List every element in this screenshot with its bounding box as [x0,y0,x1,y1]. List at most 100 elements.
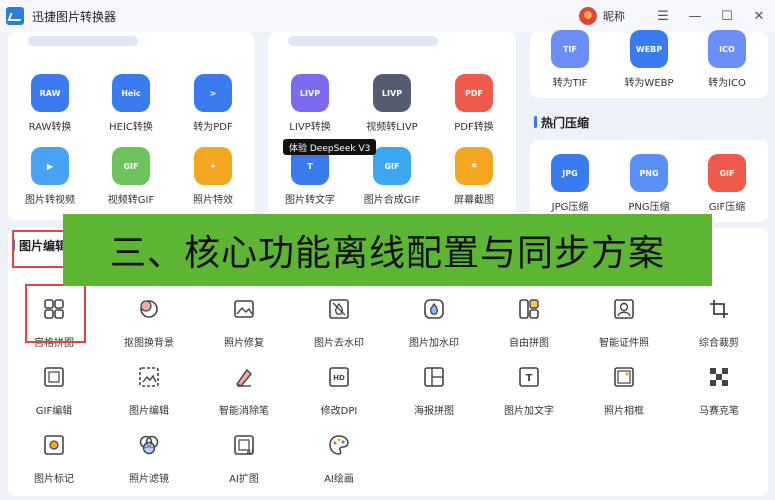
tool-label: 图片转文字 [285,195,335,206]
tool-image-to-video[interactable]: ▶ 图片转视频 [7,147,93,206]
tool-label: 照片滤镜 [129,474,169,485]
card-banner-decoration [288,36,438,46]
tool-photo-filter[interactable]: 照片滤镜 [106,426,192,485]
tool-to-tif[interactable]: TIF 转为TIF [527,30,613,89]
cutout-icon [130,290,168,328]
tool-label: 视频转GIF [107,195,155,206]
deepseek-badge[interactable]: 体验 DeepSeek V3 [283,139,377,155]
maximize-button[interactable]: ☐ [711,0,743,32]
tool-crop[interactable]: 综合裁剪 [676,290,762,349]
tool-label: 照片修复 [224,338,264,349]
ico-icon: ICO [708,30,746,68]
tool-label: RAW转换 [28,122,72,133]
tool-label: 智能消除笔 [219,406,269,417]
tool-label: 转为WEBP [624,78,674,89]
livp-video-icon: LIVP [373,74,411,112]
svg-text:HD: HD [333,374,345,382]
tool-remove-watermark[interactable]: 图片去水印 [296,290,382,349]
ai-expand-icon: AI [225,426,263,464]
tool-cutout-background[interactable]: 抠图换背景 [106,290,192,349]
tool-png-compress[interactable]: PNG PNG压缩 [606,154,692,213]
raw-icon: RAW [31,74,69,112]
frame-icon [605,358,643,396]
tool-label: 智能证件照 [599,338,649,349]
tool-mosaic-pen[interactable]: 马赛克笔 [676,358,762,417]
tool-screenshot[interactable]: ⌗ 屏幕截图 [431,147,517,206]
tool-photo-repair[interactable]: 照片修复 [201,290,287,349]
tool-label: 图片转视频 [25,195,75,206]
tool-photo-frame[interactable]: 照片相框 [581,358,667,417]
tool-compose-gif[interactable]: GIF 图片合成GIF [349,147,435,206]
tool-label: LIVP转换 [289,122,331,133]
grid-collage-highlight [25,284,86,343]
tool-label: 图片编辑 [129,406,169,417]
free-collage-icon [510,290,548,328]
heic-icon: Heic [112,74,150,112]
tool-label: HEIC转换 [109,122,153,133]
webp-icon: WEBP [630,30,668,68]
tool-image-edit[interactable]: 图片编辑 [106,358,192,417]
tool-to-webp[interactable]: WEBP 转为WEBP [606,30,692,89]
gif-compose-icon: GIF [373,147,411,185]
tool-jpg-compress[interactable]: JPG JPG压缩 [527,154,613,213]
crop-icon [700,290,738,328]
tif-icon: TIF [551,30,589,68]
user-avatar[interactable] [579,7,597,25]
tool-ai-expand[interactable]: AI AI扩图 [201,426,287,485]
title-bar: 迅捷图片转换器 昵称 ☰ — ☐ ✕ [0,0,775,32]
pdf-icon: PDF [455,74,493,112]
overlay-banner: 三、核心功能离线配置与同步方案 [63,214,712,286]
tool-add-watermark[interactable]: 图片加水印 [391,290,477,349]
tool-label: 图片标记 [34,474,74,485]
tool-video-to-livp[interactable]: LIVP 视频转LIVP [349,74,435,133]
add-watermark-icon [415,290,453,328]
tool-pdf-convert[interactable]: PDF PDF转换 [431,74,517,133]
minimize-button[interactable]: — [679,0,711,32]
svg-text:AI: AI [247,449,254,456]
tool-label: 照片相框 [604,406,644,417]
tool-eraser-pen[interactable]: 智能消除笔 [201,358,287,417]
tool-ai-paint[interactable]: AI绘画 [296,426,382,485]
tool-free-collage[interactable]: 自由拼图 [486,290,572,349]
tool-label: 修改DPI [320,406,358,417]
close-button[interactable]: ✕ [743,0,775,32]
tool-livp-convert[interactable]: LIVP LIVP转换 [267,74,353,133]
eraser-pen-icon [225,358,263,396]
tool-gif-edit[interactable]: GIF编辑 [11,358,97,417]
tool-label: 转为ICO [708,78,746,89]
tool-label: 视频转LIVP [366,122,418,133]
tool-raw-convert[interactable]: RAW RAW转换 [7,74,93,133]
tool-to-pdf[interactable]: > 转为PDF [170,74,256,133]
tool-image-to-text[interactable]: T 图片转文字 [267,147,353,206]
tool-label: PDF转换 [454,122,494,133]
tool-label: 图片去水印 [314,338,364,349]
id-photo-icon [605,290,643,328]
tool-label: PNG压缩 [628,202,670,213]
poster-icon [415,358,453,396]
tool-id-photo[interactable]: 智能证件照 [581,290,667,349]
ai-paint-icon [320,426,358,464]
tool-label: 综合裁剪 [699,338,739,349]
pdf-convert-icon: > [194,74,232,112]
tool-add-text[interactable]: T 图片加文字 [486,358,572,417]
add-text-icon: T [510,358,548,396]
jpg-icon: JPG [551,154,589,192]
tool-gif-compress[interactable]: GIF GIF压缩 [684,154,770,213]
tool-poster-collage[interactable]: 海报拼图 [391,358,477,417]
gif-edit-icon [35,358,73,396]
tool-video-to-gif[interactable]: GIF 视频转GIF [88,147,174,206]
tool-modify-dpi[interactable]: HD 修改DPI [296,358,382,417]
user-nickname[interactable]: 昵称 [603,8,625,24]
menu-icon[interactable]: ☰ [647,0,679,32]
dpi-icon: HD [320,358,358,396]
tool-label: 图片合成GIF [363,195,421,206]
banner-text: 三、核心功能离线配置与同步方案 [109,233,665,274]
tool-photo-effects[interactable]: ✦ 照片特效 [170,147,256,206]
tool-heic-convert[interactable]: Heic HEIC转换 [88,74,174,133]
tool-label: 转为PDF [193,122,233,133]
tool-label: AI扩图 [229,474,259,485]
tool-to-ico[interactable]: ICO 转为ICO [684,30,770,89]
gif-compress-icon: GIF [708,154,746,192]
tool-label: JPG压缩 [551,202,589,213]
tool-image-mark[interactable]: 图片标记 [11,426,97,485]
